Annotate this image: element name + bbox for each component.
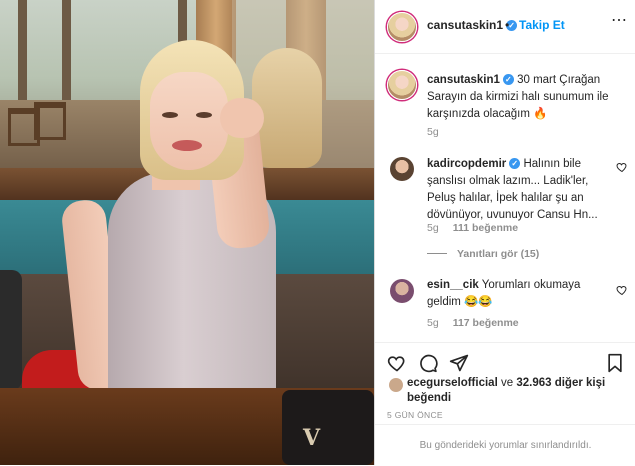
post-sidebar: cansutaskin1 ✓ • Takip Et ⋯ cansutaskin1 ✓… [374,0,635,465]
caption-age: 5g [427,126,439,138]
separator-dot: • [505,18,510,32]
comment-username[interactable]: kadircopdemir [427,158,506,170]
comments-restricted-notice: Bu gönderideki yorumlar sınırlandırıldı. [375,424,635,465]
comment-avatar[interactable] [390,279,414,303]
person-lips [172,140,202,151]
comment-meta: 5g 117 beğenme [427,317,519,329]
caption-username[interactable]: cansutaskin1 [427,74,500,86]
comment-avatar[interactable] [390,157,414,181]
comment-likes[interactable]: 117 beğenme [453,317,519,329]
mirror-reflection [252,48,322,168]
person-face [150,72,228,170]
bag-logo: V [303,425,321,451]
comment-likes[interactable]: 111 beğenme [453,222,518,234]
comment-username[interactable]: esin__cik [427,279,479,291]
person-hand [220,98,264,138]
comment-text: esin__cik Yorumları okumaya geldim 😂😂 [427,277,609,311]
post-photo[interactable]: V [0,0,374,465]
post-header: cansutaskin1 ✓ • Takip Et ⋯ [375,0,635,54]
liker-avatar[interactable] [389,378,403,392]
comment-text: kadircopdemir ✓ Halının bile şanslısı olm… [427,156,609,224]
background-chair [8,108,40,146]
heart-icon[interactable] [616,284,628,296]
verified-badge-icon: ✓ [502,74,514,85]
comment-age: 5g [427,222,439,234]
author-avatar[interactable] [387,12,417,42]
paper-plane-icon[interactable] [449,353,469,373]
heart-icon[interactable] [616,161,628,173]
person-eye [196,112,212,118]
author-username[interactable]: cansutaskin1 ✓ [427,18,518,32]
person-eye [162,112,178,118]
follow-button[interactable]: Takip Et [519,18,565,32]
verified-badge-icon: ✓ [509,158,521,169]
comment-meta: 5g 111 beğenme [427,222,518,234]
more-horizontal-icon[interactable]: ⋯ [611,10,628,30]
view-replies-button[interactable]: Yanıtları gör (15) [427,248,539,260]
comment-age: 5g [427,317,439,329]
caption-text: cansutaskin1 ✓ 30 mart Çırağan Sarayın da… [427,72,625,123]
liker-username[interactable]: ecegurselofficial [407,377,498,389]
heart-icon[interactable] [387,353,407,373]
post-date[interactable]: 5 GÜN ÖNCE [387,410,443,420]
jacket [0,270,22,390]
likes-suffix: beğendi [407,392,452,404]
caption-avatar[interactable] [387,70,417,100]
comment-bubble-icon[interactable] [418,353,438,373]
likes-count[interactable]: 32.963 diğer kişi [516,377,605,389]
likes-summary: ecegurselofficial ve 32.963 diğer kişi b… [407,377,606,404]
bookmark-icon[interactable] [605,353,625,373]
